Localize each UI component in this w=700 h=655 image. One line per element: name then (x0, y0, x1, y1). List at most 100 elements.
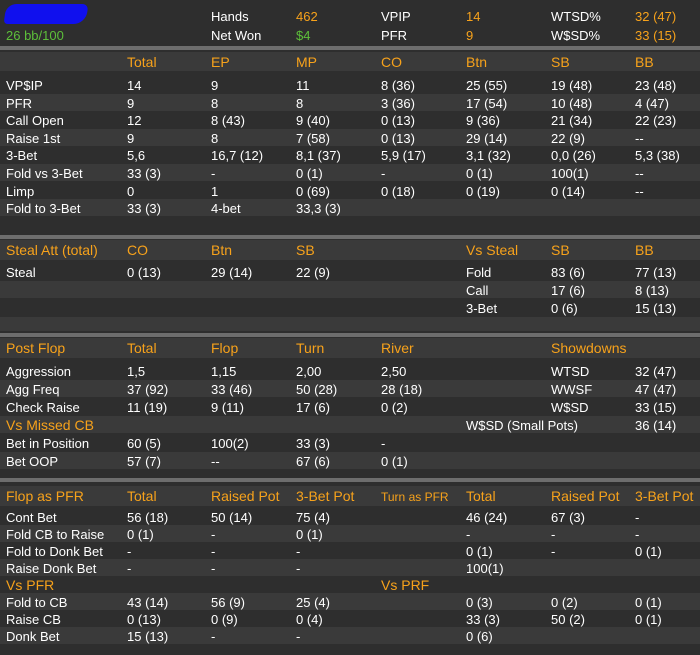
showdowns-title: Showdowns (551, 340, 627, 356)
preflop-cell: 14 (127, 78, 142, 93)
table-row (0, 416, 700, 433)
flop-col-3bet-pot: 3-Bet Pot (296, 488, 355, 504)
vs-steal-col-sb: SB (551, 242, 570, 258)
table-row (0, 128, 700, 146)
missed-cb-cell: 57 (7) (127, 454, 161, 469)
preflop-cell: -- (635, 183, 644, 199)
missed-cb-cell: 100(2) (211, 436, 249, 451)
table-row (0, 452, 700, 469)
postflop-cell: 2,50 (381, 364, 407, 379)
preflop-col-ep: EP (211, 54, 230, 70)
table-row (0, 199, 700, 217)
postflop-cell: 37 (92) (127, 382, 169, 397)
winrate: 26 bb/100 (6, 28, 64, 43)
showdown-label: WTSD (551, 364, 590, 379)
vs-pfr-cell: 43 (14) (127, 595, 169, 610)
preflop-row-label: Fold vs 3-Bet (6, 166, 83, 181)
postflop-cell: 1,15 (211, 364, 237, 379)
postflop-row-label: Agg Freq (6, 382, 60, 397)
vs-pfr-row-label: Raise CB (6, 612, 61, 627)
steal-header-row (0, 240, 700, 260)
preflop-cell: - (381, 166, 386, 181)
vs-steal-fold-bb: 77 (13) (635, 265, 677, 280)
cbet-cell: - (296, 544, 301, 559)
postflop-cell: 50 (28) (296, 382, 338, 397)
showdown-value: 33 (15) (635, 400, 677, 415)
preflop-cell: 7 (58) (296, 130, 330, 146)
preflop-cell: 22 (9) (551, 130, 585, 146)
separator (0, 46, 700, 50)
preflop-cell: 8,1 (37) (296, 148, 341, 164)
separator (0, 478, 700, 482)
showdown-label: W$SD (Small Pots) (466, 418, 578, 433)
missed-cb-cell: 33 (3) (296, 436, 330, 451)
table-row (0, 508, 700, 525)
preflop-cell: 1 (211, 183, 219, 199)
preflop-cell: 100(1) (551, 166, 589, 181)
vs-steal-3bet-bb: 15 (13) (635, 301, 677, 316)
cbet-cell: - (635, 510, 640, 525)
preflop-cell: 12 (127, 113, 142, 129)
vs-pfr-cell: - (211, 629, 216, 644)
preflop-cell: 4 (47) (635, 95, 669, 111)
postflop-col-turn: Turn (296, 340, 325, 356)
vs-steal-call-sb: 17 (6) (551, 283, 585, 298)
table-row (0, 76, 700, 93)
net-won-label: Net Won (211, 28, 262, 43)
hands-value: 462 (296, 9, 318, 24)
missed-cb-cell: 60 (5) (127, 436, 161, 451)
preflop-cell: 22 (23) (635, 113, 677, 129)
cbet-cell: - (211, 561, 216, 576)
preflop-row-label: PFR (6, 95, 32, 111)
wtsd-label: WTSD% (551, 9, 601, 24)
cbet-row-label: Fold CB to Raise (6, 527, 105, 542)
turn-as-pfr-title: Turn as PFR (381, 490, 449, 504)
preflop-cell: 5,9 (17) (381, 148, 426, 164)
flop-as-pfr-title: Flop as PFR (6, 488, 84, 504)
vs-steal-title: Vs Steal (466, 242, 519, 258)
wsd-value: 33 (15) (635, 28, 677, 43)
postflop-cell: 9 (11) (211, 400, 244, 415)
postflop-title: Post Flop (6, 340, 66, 356)
steal-co-value: 0 (13) (127, 265, 161, 280)
cbet-cell: - (551, 544, 556, 559)
preflop-cell: 11 (296, 78, 310, 93)
vs-pfr-cell: 25 (4) (296, 595, 330, 610)
cbet-cell: 0 (1) (466, 544, 493, 559)
preflop-cell: 33,3 (3) (296, 201, 341, 217)
vs-pfr-cell: 0 (13) (127, 612, 161, 627)
vs-steal-fold-label: Fold (466, 265, 492, 280)
preflop-cell: 0 (69) (296, 183, 330, 199)
vs-pfr-cell: 0 (2) (551, 595, 578, 610)
table-row (0, 542, 700, 559)
preflop-cell: 23 (48) (635, 78, 677, 93)
preflop-header-row (0, 52, 700, 71)
vs-pfr-cell: 0 (3) (466, 595, 493, 610)
cbet-cell: 0 (1) (127, 527, 154, 542)
preflop-cell: -- (635, 166, 644, 181)
missed-cb-cell: 0 (1) (381, 454, 408, 469)
cbet-cell: 56 (18) (127, 510, 169, 525)
preflop-col-btn: Btn (466, 54, 488, 70)
table-row (0, 380, 700, 397)
preflop-cell: 3,1 (32) (466, 148, 511, 164)
steal-sb-value: 22 (9) (296, 265, 330, 280)
vs-missed-cb-title: Vs Missed CB (6, 417, 94, 433)
vs-pfr-cell: 0 (6) (466, 629, 493, 644)
preflop-row-label: VP$IP (6, 78, 43, 93)
preflop-cell: 8 (43) (211, 113, 245, 129)
preflop-cell: 0 (127, 183, 135, 199)
preflop-cell: 4-bet (211, 201, 241, 217)
steal-col-co: CO (127, 242, 148, 258)
vs-steal-3bet-label: 3-Bet (466, 301, 498, 316)
showdown-label: WWSF (551, 382, 593, 397)
cbet-cell: - (127, 544, 132, 559)
player-stats-hud: 26 bb/100 Hands 462 Net Won $4 VPIP 14 P… (0, 0, 700, 655)
turn-col-raised-pot: Raised Pot (551, 488, 620, 504)
steal-col-btn: Btn (211, 242, 233, 258)
preflop-cell: 8 (211, 130, 219, 146)
postflop-cell: 1,5 (127, 364, 146, 379)
postflop-cell: 33 (46) (211, 382, 253, 397)
vs-pfr-title: Vs PFR (6, 577, 55, 593)
table-row (0, 576, 700, 593)
